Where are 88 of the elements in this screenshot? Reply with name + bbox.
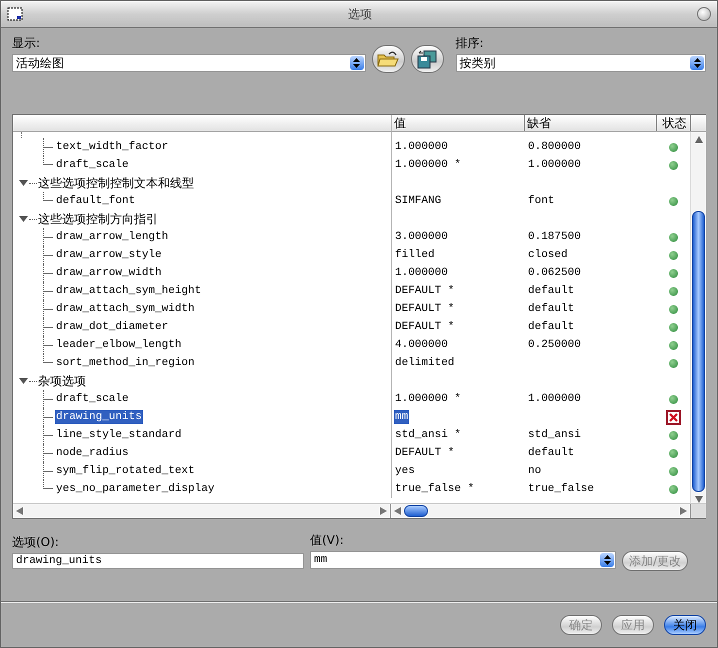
table-cell: filled [394, 248, 436, 262]
horizontal-scrollbar[interactable] [13, 504, 391, 518]
option-name[interactable]: text_width_factor [55, 140, 170, 154]
table-cell: SIMFANG [394, 194, 442, 208]
table-cell: 0.062500 [527, 266, 582, 280]
expand-arrow-icon[interactable] [19, 377, 28, 385]
table-cell: 0.800000 [527, 140, 582, 154]
option-name[interactable]: draw_dot_diameter [55, 320, 170, 334]
table-cell: font [527, 194, 556, 208]
scroll-right-icon[interactable] [680, 507, 687, 515]
option-name[interactable]: sort_method_in_region [55, 356, 196, 370]
table-cell: true_false [527, 482, 596, 496]
scroll-thumb[interactable] [404, 505, 428, 517]
window-button[interactable] [697, 7, 711, 21]
option-name[interactable]: draft_scale [55, 158, 130, 172]
table-cell: delimited [394, 356, 456, 370]
table-cell: DEFAULT * [394, 302, 456, 316]
option-name[interactable]: draw_arrow_style [55, 248, 163, 262]
value-label: 值(V): [310, 533, 345, 548]
table-cell: closed [527, 248, 569, 262]
table-cell: 1.000000 * [394, 392, 462, 406]
open-folder-button[interactable] [372, 45, 405, 73]
value-dropdown[interactable]: mm [310, 551, 616, 569]
scroll-thumb[interactable] [692, 211, 705, 492]
column-header[interactable]: 状态 [656, 115, 690, 131]
option-name[interactable]: draft_scale [55, 392, 130, 406]
folder-icon [377, 50, 400, 68]
table-cell: DEFAULT * [394, 284, 456, 298]
floppy-disk-icon [416, 49, 438, 69]
spinner-icon [350, 56, 364, 70]
scroll-left-icon[interactable] [16, 507, 23, 515]
window-icon [7, 7, 23, 21]
option-name[interactable]: draw_arrow_length [55, 230, 170, 244]
spinner-icon [690, 56, 704, 70]
window-title: 选项 [348, 6, 372, 22]
table-cell: 0.187500 [527, 230, 582, 244]
scroll-left-icon[interactable] [394, 507, 401, 515]
option-name[interactable]: sym_flip_rotated_text [55, 464, 196, 478]
table-cell: 3.000000 [394, 230, 449, 244]
group-label[interactable]: 杂项选项 [38, 372, 86, 390]
table-cell: default [527, 320, 576, 334]
table-cell: DEFAULT * [394, 320, 456, 334]
spinner-icon [600, 553, 614, 567]
table-cell: no [527, 464, 542, 478]
table-cell: default [527, 302, 576, 316]
sort-label: 排序: [456, 36, 485, 51]
table-cell: default [527, 446, 576, 460]
table-cell: default [527, 284, 576, 298]
table-cell: 1.000000 * [394, 158, 462, 172]
display-label: 显示: [12, 36, 42, 51]
option-input[interactable]: drawing_units [12, 553, 304, 569]
vertical-scrollbar[interactable] [690, 132, 706, 503]
horizontal-scrollbar[interactable] [391, 504, 691, 518]
display-dropdown[interactable]: 活动绘图 [12, 54, 366, 72]
save-button[interactable] [410, 45, 444, 73]
expand-arrow-icon[interactable] [19, 215, 28, 223]
column-header[interactable]: 缺省 [524, 115, 656, 131]
scroll-up-icon[interactable] [694, 136, 702, 143]
table-cell: 1.000000 [527, 392, 582, 406]
option-name[interactable]: default_font [55, 194, 136, 208]
dialog-button[interactable]: 关闭 [664, 615, 706, 635]
table-cell: 1.000000 [394, 140, 449, 154]
option-name[interactable]: draw_attach_sym_width [55, 302, 196, 316]
sort-dropdown[interactable]: 按类别 [456, 54, 706, 72]
scrollbar-corner [691, 504, 706, 518]
table-cell: 1.000000 [394, 266, 449, 280]
option-name[interactable]: draw_arrow_width [55, 266, 163, 280]
table-cell: std_ansi [527, 428, 582, 442]
table-cell: true_false * [394, 482, 476, 496]
table-cell: mm [394, 410, 410, 424]
table-cell: yes [394, 464, 416, 478]
option-name[interactable]: leader_elbow_length [55, 338, 182, 352]
table-cell: std_ansi * [394, 428, 462, 442]
option-name[interactable]: line_style_standard [55, 428, 182, 442]
group-label[interactable]: 这些选项控制控制文本和线型 [38, 174, 194, 192]
option-label: 选项(O): [12, 535, 60, 550]
table-cell: 0.250000 [527, 338, 582, 352]
table-cell: 1.000000 [527, 158, 582, 172]
column-header[interactable]: 值 [391, 115, 524, 131]
scroll-right-icon[interactable] [380, 507, 387, 515]
option-name[interactable]: drawing_units [55, 410, 143, 424]
option-name[interactable]: node_radius [55, 446, 130, 460]
table-cell: DEFAULT * [394, 446, 456, 460]
option-name[interactable]: draw_attach_sym_height [55, 284, 202, 298]
expand-arrow-icon[interactable] [19, 179, 28, 187]
group-label[interactable]: 这些选项控制方向指引 [38, 210, 158, 228]
table-cell: 4.000000 [394, 338, 449, 352]
option-name[interactable]: yes_no_parameter_display [55, 482, 216, 496]
